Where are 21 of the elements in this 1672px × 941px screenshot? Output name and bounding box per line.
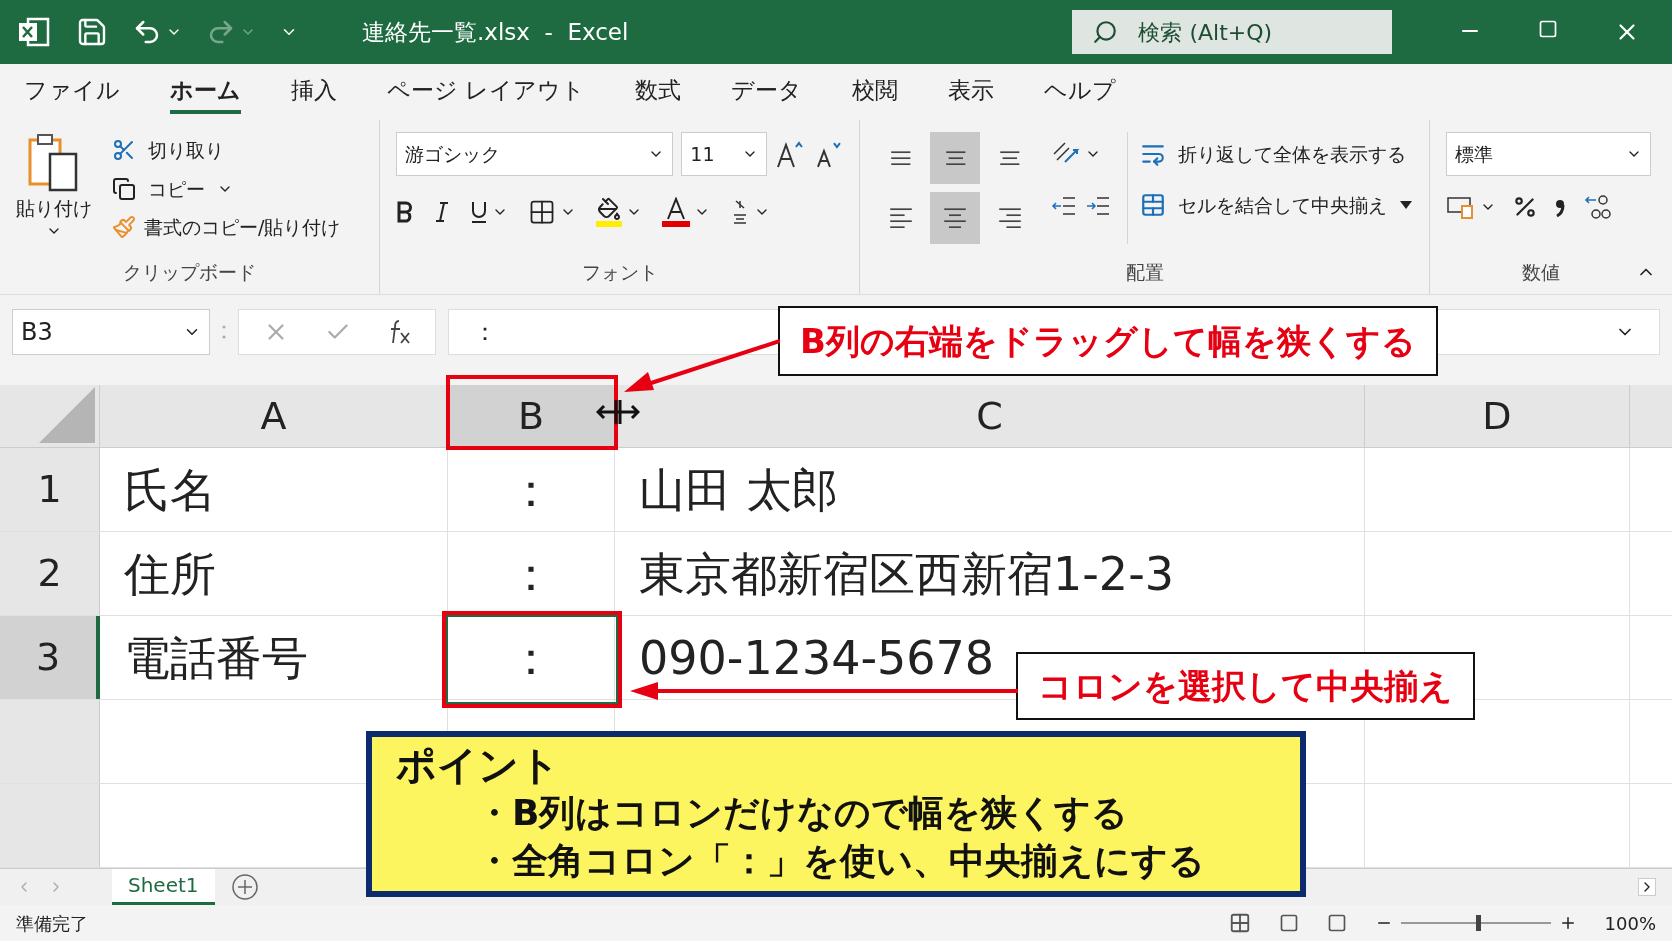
- table-cell: 東京都新宿区西新宿1-2-3: [639, 550, 1174, 597]
- table-cell: 電話番号: [124, 634, 308, 681]
- group-label: 数値: [1521, 259, 1561, 285]
- table-cell: 住所: [124, 550, 216, 597]
- group-label: 配置: [1124, 259, 1165, 285]
- table-cell: 090-1234-5678: [639, 634, 995, 681]
- group-label: フォント: [581, 259, 658, 285]
- callout-tooltip: コロンを選択して中央揃え: [1016, 652, 1475, 720]
- window-title: 連絡先一覧.xlsx - Excel: [362, 17, 629, 47]
- table-cell: ：: [508, 466, 554, 513]
- note-text: ・全角コロン「：」を使い、中央揃えにする: [475, 839, 1206, 883]
- callout-tooltip: B列の右端をドラッグして幅を狭くする: [778, 306, 1438, 376]
- status-text: 準備完了: [16, 911, 88, 936]
- group-label: クリップボード: [122, 259, 257, 285]
- table-cell: 山田 太郎: [639, 466, 838, 513]
- table-cell: ：: [508, 634, 554, 681]
- note-text: ・B列はコロンだけなので幅を狭くする: [475, 791, 1130, 835]
- table-cell: 氏名: [124, 466, 216, 513]
- table-cell: ：: [508, 550, 554, 597]
- note-title: ポイント: [396, 741, 561, 789]
- zoom-level: 100%: [1604, 911, 1656, 936]
